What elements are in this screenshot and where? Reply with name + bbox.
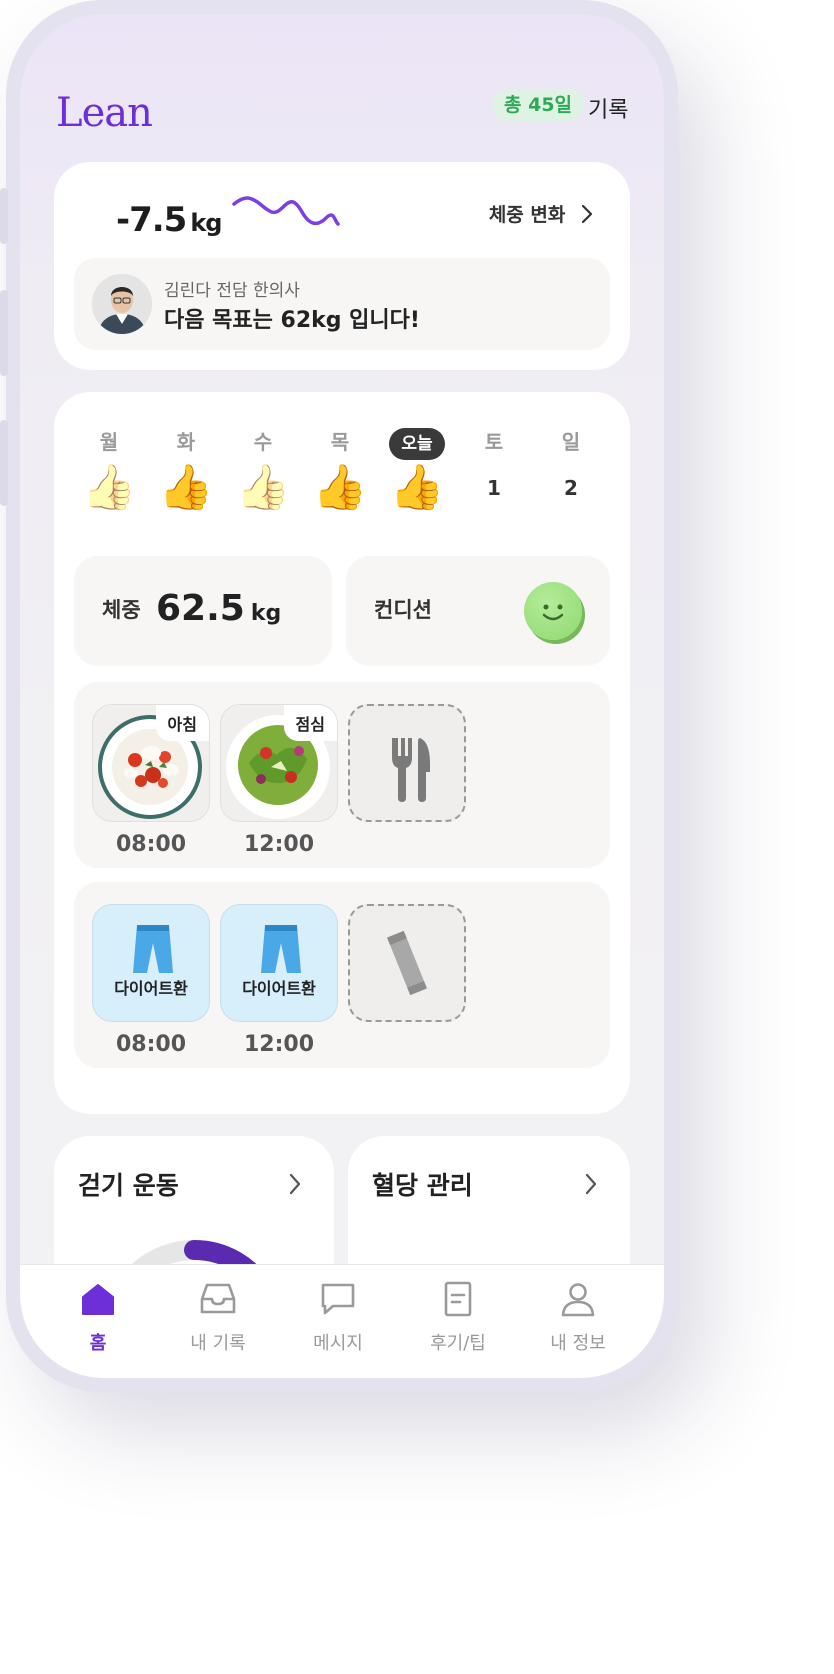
fork-knife-icon xyxy=(392,738,430,802)
thumbs-up-icon: 👍 xyxy=(158,462,214,513)
coach-avatar xyxy=(92,274,152,334)
tab-label: 홈 xyxy=(89,1333,107,1354)
smile-face-icon xyxy=(524,582,582,640)
thumbs-up-icon: 👍 xyxy=(312,462,368,513)
record-link[interactable]: 기록 xyxy=(588,92,628,124)
day-label: 토 xyxy=(484,430,504,454)
meal-time: 12:00 xyxy=(243,832,315,857)
weight-value: 62.5 kg xyxy=(156,588,282,629)
coach-message: 다음 목표는 62kg 입니다! xyxy=(164,308,420,333)
tab-label: 내 기록 xyxy=(190,1333,246,1354)
coach-message-box[interactable]: 김린다 전담 한의사 다음 목표는 62kg 입니다! xyxy=(74,258,610,350)
document-icon xyxy=(444,1281,472,1317)
meal-tag: 점심 xyxy=(283,705,337,741)
coach-name: 김린다 전담 한의사 xyxy=(164,281,300,301)
tab-home[interactable]: 홈 xyxy=(48,1281,148,1355)
tab-messages[interactable]: 메시지 xyxy=(288,1281,388,1355)
day-thu[interactable]: 목 👍 xyxy=(305,426,375,518)
person-icon xyxy=(561,1283,595,1317)
weight-change-link[interactable]: 체중 변화 xyxy=(489,200,594,227)
supplement-time: 12:00 xyxy=(243,1032,315,1057)
chevron-right-icon xyxy=(289,1173,301,1195)
weight-change-value: -7.5 kg xyxy=(116,200,222,240)
week-row: 월 👍 화 👍 수 👍 목 👍 오늘 👍 토 1 일 2 xyxy=(74,426,610,526)
weight-label: 체중 xyxy=(102,598,141,622)
condition-stat-box[interactable]: 컨디션 xyxy=(346,556,610,666)
inbox-icon xyxy=(200,1283,236,1314)
day-label: 화 xyxy=(176,430,196,454)
weight-change-card[interactable]: -7.5 kg 체중 변화 김린다 전담 한의사 다음 목표는 62kg 입니다… xyxy=(54,162,630,370)
bottom-tab-bar: 홈 내 기록 메시지 후기/팁 내 정보 xyxy=(20,1264,664,1378)
day-today[interactable]: 오늘 👍 xyxy=(382,426,452,518)
meal-time: 08:00 xyxy=(115,832,187,857)
side-button xyxy=(0,188,8,244)
daily-record-card: 월 👍 화 👍 수 👍 목 👍 오늘 👍 토 1 일 2 체중 62.5 kg … xyxy=(54,392,630,1114)
blood-sugar-title: 혈당 관리 xyxy=(372,1171,473,1200)
home-icon xyxy=(82,1284,114,1315)
weight-stat-box[interactable]: 체중 62.5 kg xyxy=(74,556,332,666)
meal-lunch-tile[interactable]: 점심 xyxy=(220,704,338,822)
chevron-right-icon xyxy=(581,204,593,224)
day-sun[interactable]: 일 2 xyxy=(536,426,606,518)
day-label: 목 xyxy=(330,430,350,454)
chevron-right-icon xyxy=(585,1173,597,1195)
condition-label: 컨디션 xyxy=(374,598,432,622)
tab-label: 후기/팁 xyxy=(430,1333,486,1354)
day-label: 월 xyxy=(99,430,119,454)
diet-pants-icon xyxy=(133,925,173,973)
walking-title: 걷기 운동 xyxy=(78,1171,179,1200)
supplement-tile[interactable]: 다이어트환 xyxy=(220,904,338,1022)
thumbs-up-icon: 👍 xyxy=(81,462,137,513)
supplement-tile[interactable]: 다이어트환 xyxy=(92,904,210,1022)
phone-frame: Lean 총 45일 기록 -7.5 kg 체중 변화 김린다 전담 한의사 다… xyxy=(0,0,678,1392)
day-label: 일 xyxy=(561,430,581,454)
total-days-badge: 총 45일 xyxy=(492,89,585,121)
supplement-time: 08:00 xyxy=(115,1032,187,1057)
meals-panel: 아침 08:00 점심 12:00 xyxy=(74,682,610,868)
day-number: 2 xyxy=(564,476,578,500)
meal-tag: 아침 xyxy=(155,705,209,741)
supplement-label: 다이어트환 xyxy=(114,979,188,998)
add-supplement-tile[interactable] xyxy=(348,904,466,1022)
day-mon[interactable]: 월 👍 xyxy=(74,426,144,518)
tab-my-info[interactable]: 내 정보 xyxy=(528,1281,628,1355)
app-screen: Lean 총 45일 기록 -7.5 kg 체중 변화 김린다 전담 한의사 다… xyxy=(20,14,664,1378)
add-meal-tile[interactable] xyxy=(348,704,466,822)
stick-pouch-icon xyxy=(387,930,427,996)
day-label: 수 xyxy=(253,430,273,454)
day-tue[interactable]: 화 👍 xyxy=(151,426,221,518)
tab-reviews-tips[interactable]: 후기/팁 xyxy=(408,1281,508,1355)
tab-my-records[interactable]: 내 기록 xyxy=(168,1281,268,1355)
day-wed[interactable]: 수 👍 xyxy=(228,426,298,518)
supplement-label: 다이어트환 xyxy=(242,979,316,998)
diet-pants-icon xyxy=(261,925,301,973)
app-logo: Lean xyxy=(56,90,153,136)
message-icon xyxy=(321,1283,355,1315)
day-sat[interactable]: 토 1 xyxy=(459,426,529,518)
tab-label: 메시지 xyxy=(313,1333,363,1354)
meal-breakfast-tile[interactable]: 아침 xyxy=(92,704,210,822)
tab-label: 내 정보 xyxy=(550,1333,606,1354)
side-button xyxy=(0,420,8,506)
thumbs-up-icon: 👍 xyxy=(389,462,445,513)
thumbs-up-icon: 👍 xyxy=(235,462,291,513)
day-number: 1 xyxy=(487,476,501,500)
supplement-panel: 다이어트환 08:00 다이어트환 12:00 xyxy=(74,882,610,1068)
today-pill: 오늘 xyxy=(389,428,445,460)
side-button xyxy=(0,290,8,376)
weight-sparkline xyxy=(232,196,340,226)
